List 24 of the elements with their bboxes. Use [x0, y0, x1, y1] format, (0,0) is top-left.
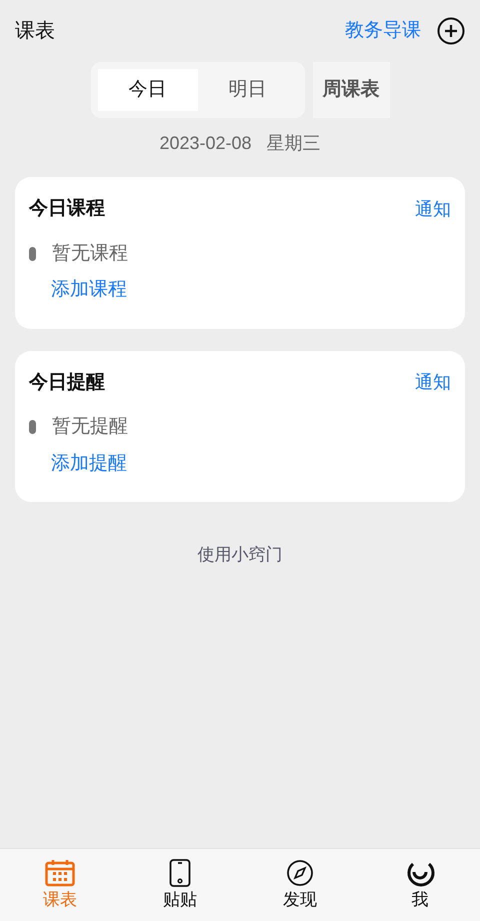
empty-text: 暂无课程 [52, 242, 128, 266]
calendar-icon [45, 859, 75, 887]
compass-icon [286, 859, 314, 887]
add-link[interactable]: 添加提醒 [51, 450, 127, 478]
bullet-icon [29, 420, 36, 434]
week-schedule-button[interactable]: 周课表 [312, 62, 390, 118]
add-icon[interactable] [437, 17, 465, 45]
bullet-icon [29, 246, 36, 261]
day-tab[interactable]: 今日 [98, 69, 198, 111]
phone-icon [169, 859, 191, 887]
tips-link[interactable]: 使用小窍门 [198, 545, 282, 564]
notify-link[interactable]: 通知 [415, 196, 451, 223]
empty-text: 暂无提醒 [52, 415, 128, 439]
notify-link[interactable]: 通知 [415, 369, 451, 396]
page-title: 课表 [15, 19, 55, 44]
card-title: 今日课程 [29, 197, 105, 221]
day-tab[interactable]: 明日 [198, 69, 298, 111]
nav-tab[interactable]: 贴贴 [120, 849, 240, 921]
date-text: 2023-02-08 星期三 [158, 132, 322, 155]
add-link[interactable]: 添加课程 [51, 276, 127, 304]
academic-link[interactable]: 教务导课 [345, 16, 421, 46]
nav-tab[interactable]: 我 [360, 849, 480, 921]
nav-tab[interactable]: 发现 [240, 849, 360, 921]
card-title: 今日提醒 [29, 370, 105, 394]
